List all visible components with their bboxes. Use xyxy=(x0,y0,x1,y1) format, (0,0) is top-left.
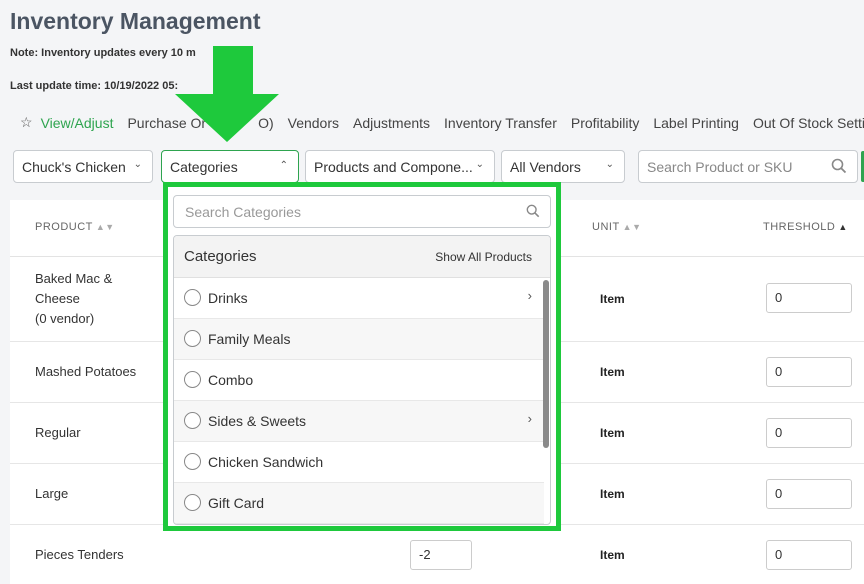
vendors-select-value: All Vendors xyxy=(510,158,581,175)
location-select[interactable]: Chuck's Chicken ⌄ xyxy=(13,150,153,183)
products-select[interactable]: Products and Compone... ⌄ xyxy=(305,150,495,183)
filter-bar: Chuck's Chicken ⌄ Categories ⌃ Products … xyxy=(0,150,864,184)
threshold-input[interactable]: 0 xyxy=(766,357,852,387)
chevron-down-icon: ⌄ xyxy=(475,159,484,170)
column-header-unit[interactable]: UNIT ▲▼ xyxy=(592,221,642,233)
product-search-placeholder: Search Product or SKU xyxy=(647,158,793,175)
tab-out-of-stock-setting[interactable]: Out Of Stock Setting xyxy=(753,115,864,131)
star-icon[interactable]: ☆ xyxy=(20,114,33,131)
update-note: Note: Inventory updates every 10 m xyxy=(10,47,196,59)
chevron-up-icon: ⌃ xyxy=(279,160,288,171)
unit-value: Item xyxy=(600,487,625,501)
vendors-select[interactable]: All Vendors ⌄ xyxy=(501,150,625,183)
category-item-family-meals[interactable]: Family Meals xyxy=(174,319,544,360)
tab-vendors[interactable]: Vendors xyxy=(288,115,339,131)
category-item-chicken-sandwich[interactable]: Chicken Sandwich xyxy=(174,442,544,483)
product-name: Regular xyxy=(35,425,81,440)
tab-adjustments[interactable]: Adjustments xyxy=(353,115,430,131)
page-title: Inventory Management xyxy=(10,8,261,34)
table-row: Pieces Tenders -2 Item 0 xyxy=(10,525,864,584)
tab-bar: ☆ View/Adjust Purchase Or O) Vendors Adj… xyxy=(20,114,864,131)
category-list-title: Categories xyxy=(184,248,257,265)
category-item-combo[interactable]: Combo xyxy=(174,360,544,401)
product-name: Pieces Tenders xyxy=(35,547,124,562)
categories-dropdown: Search Categories Categories Show All Pr… xyxy=(163,182,561,531)
unit-value: Item xyxy=(600,292,625,306)
chevron-down-icon: ⌄ xyxy=(605,159,614,170)
column-header-product[interactable]: PRODUCT ▲▼ xyxy=(35,221,115,233)
tab-profitability[interactable]: Profitability xyxy=(571,115,639,131)
radio-button[interactable] xyxy=(184,289,201,306)
category-list: Categories Show All Products Drinks › Fa… xyxy=(173,235,551,525)
location-select-value: Chuck's Chicken xyxy=(22,158,126,175)
chevron-right-icon[interactable]: › xyxy=(528,411,532,426)
threshold-input[interactable]: 0 xyxy=(766,283,852,313)
product-name: Large xyxy=(35,486,69,501)
tab-inventory-transfer[interactable]: Inventory Transfer xyxy=(444,115,557,131)
unit-value: Item xyxy=(600,548,625,562)
search-icon xyxy=(831,158,847,177)
radio-button[interactable] xyxy=(184,412,201,429)
category-item-sides-sweets[interactable]: Sides & Sweets › xyxy=(174,401,544,442)
search-icon xyxy=(526,204,540,221)
down-arrow-icon xyxy=(175,46,279,142)
tab-label-printing[interactable]: Label Printing xyxy=(653,115,739,131)
chevron-down-icon: ⌄ xyxy=(133,159,142,170)
product-search-input[interactable]: Search Product or SKU xyxy=(638,150,858,183)
categories-select-value: Categories xyxy=(170,158,238,175)
radio-button[interactable] xyxy=(184,330,201,347)
scrollbar-thumb[interactable] xyxy=(543,280,549,448)
category-item-drinks[interactable]: Drinks › xyxy=(174,278,544,319)
unit-value: Item xyxy=(600,426,625,440)
threshold-input[interactable]: 0 xyxy=(766,418,852,448)
chevron-right-icon[interactable]: › xyxy=(528,288,532,303)
threshold-input[interactable]: 0 xyxy=(766,540,852,570)
radio-button[interactable] xyxy=(184,453,201,470)
radio-button[interactable] xyxy=(184,494,201,511)
show-all-products-link[interactable]: Show All Products xyxy=(435,250,532,264)
categories-select[interactable]: Categories ⌃ xyxy=(161,150,299,183)
tab-view-adjust[interactable]: View/Adjust xyxy=(41,115,114,131)
category-search-input[interactable]: Search Categories xyxy=(173,195,551,228)
category-item-gift-card[interactable]: Gift Card xyxy=(174,483,544,524)
product-name: Baked Mac & Cheese (0 vendor) xyxy=(35,271,113,326)
category-list-header: Categories Show All Products xyxy=(174,236,550,278)
last-update-time: Last update time: 10/19/2022 05: xyxy=(10,80,179,92)
products-select-value: Products and Compone... xyxy=(314,158,473,175)
column-header-threshold[interactable]: THRESHOLD ▲ xyxy=(763,221,848,233)
unit-value: Item xyxy=(600,365,625,379)
product-name: Mashed Potatoes xyxy=(35,364,137,379)
category-search-placeholder: Search Categories xyxy=(185,204,301,220)
threshold-input[interactable]: 0 xyxy=(766,479,852,509)
radio-button[interactable] xyxy=(184,371,201,388)
quantity-input[interactable]: -2 xyxy=(410,540,472,570)
